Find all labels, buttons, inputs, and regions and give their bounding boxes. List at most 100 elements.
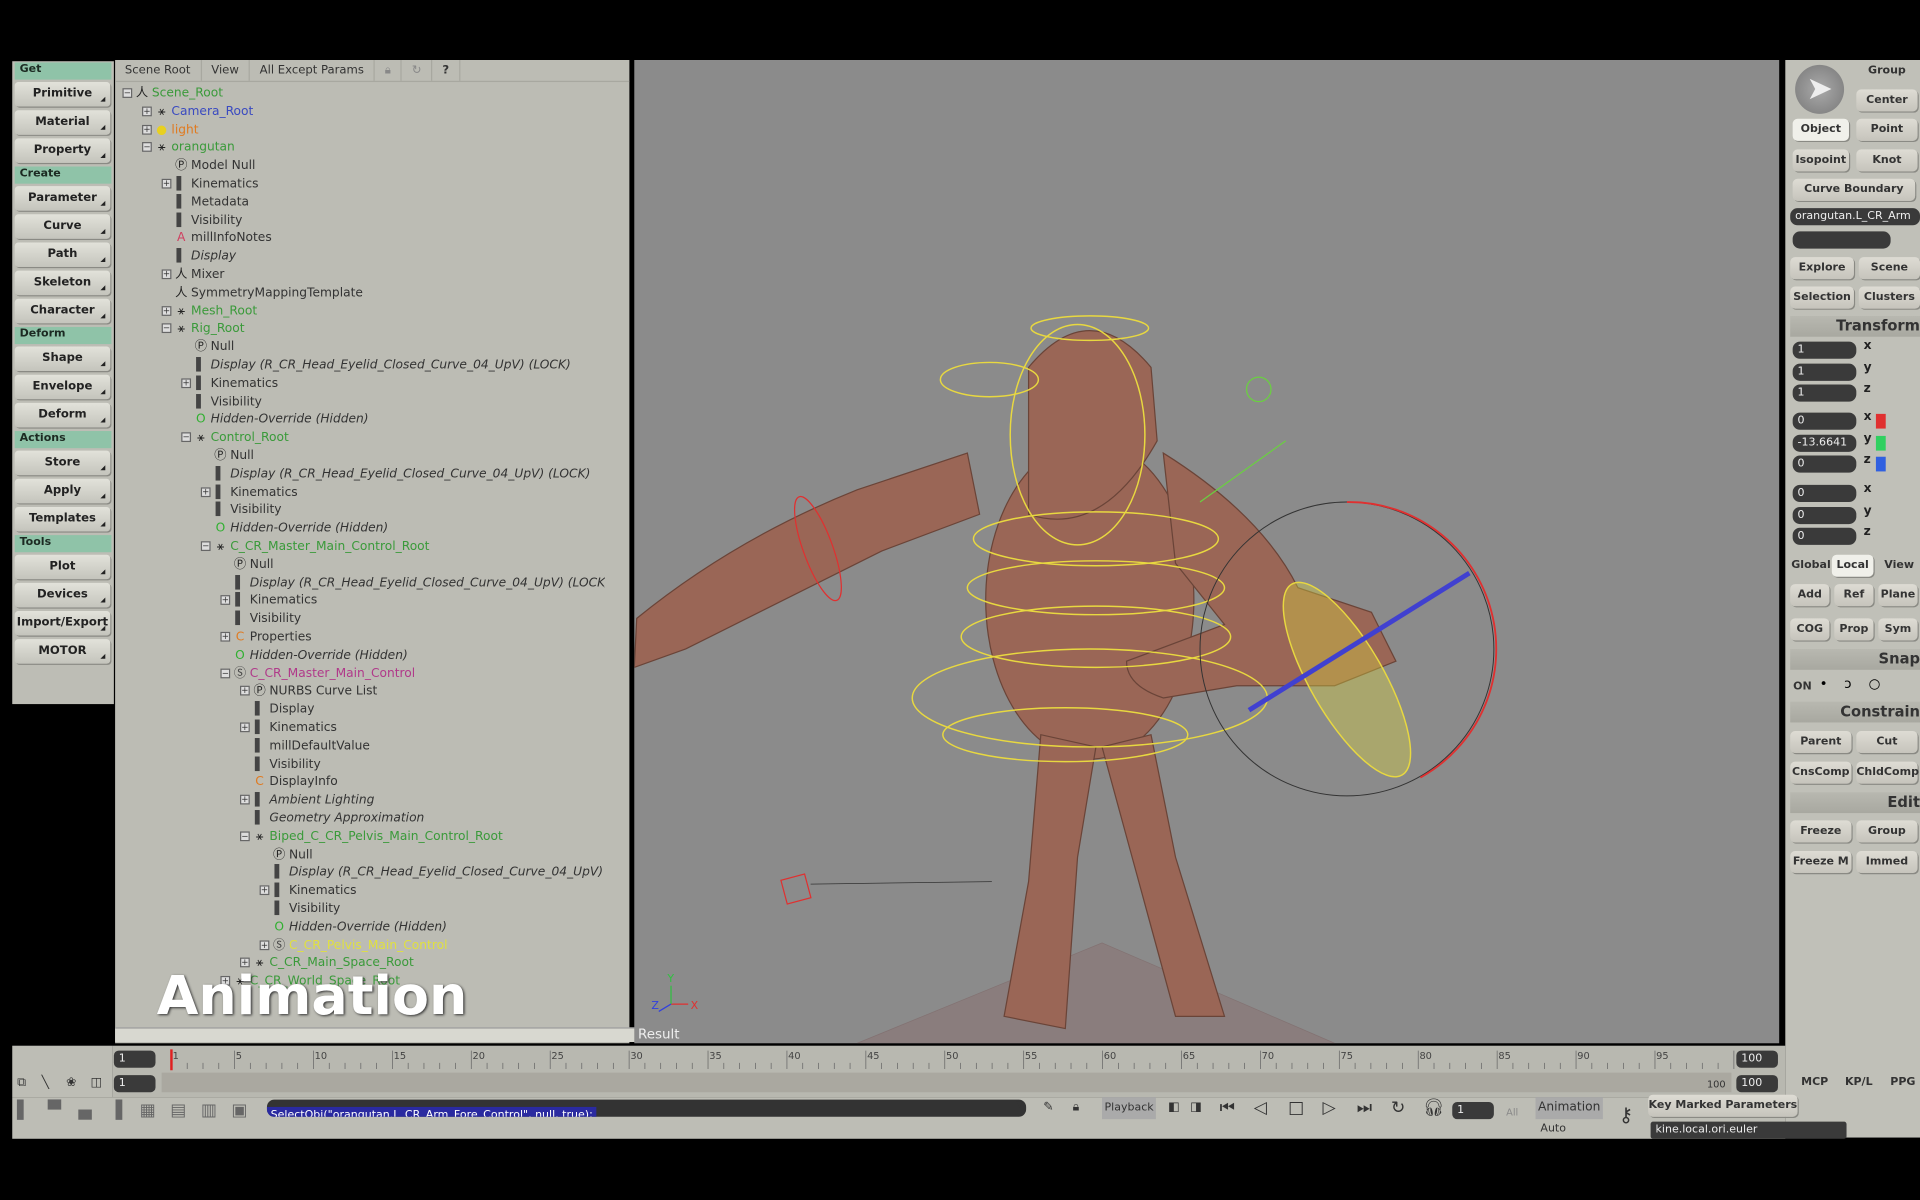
translation-z-field[interactable]: 0 xyxy=(1792,527,1857,545)
expand-toggle[interactable]: − xyxy=(142,142,152,153)
layout-icon[interactable]: ▦ xyxy=(140,1100,156,1122)
tree-item[interactable]: − ⚹ Rig_Root xyxy=(161,320,245,338)
tree-item[interactable]: + ▌ Kinematics xyxy=(200,483,298,501)
freeze-button[interactable]: Freeze xyxy=(1790,820,1852,843)
stop-icon[interactable]: □ xyxy=(1288,1097,1304,1119)
tree-item[interactable]: ▌ Display (R_CR_Head_Eyelid_Closed_Curve_… xyxy=(181,356,571,374)
animation-menu[interactable]: Animation xyxy=(1535,1097,1603,1120)
expand-toggle[interactable]: + xyxy=(240,686,250,696)
tree-item[interactable]: + ▌ Kinematics xyxy=(259,882,356,900)
menu-button-parameter[interactable]: Parameter xyxy=(14,186,111,211)
tree-item[interactable]: ▌ millDefaultValue xyxy=(240,737,370,755)
expand-toggle[interactable]: + xyxy=(220,595,231,606)
scale-z-field[interactable]: 1 xyxy=(1792,384,1857,402)
freeze-m-button[interactable]: Freeze M xyxy=(1790,851,1852,874)
menu-button-character[interactable]: Character xyxy=(14,298,111,324)
expand-toggle[interactable]: + xyxy=(161,269,172,280)
scale-axis-label[interactable]: x xyxy=(1864,339,1872,352)
menu-button-templates[interactable]: Templates xyxy=(14,506,111,532)
end-frame-field[interactable]: 100 xyxy=(1736,1050,1778,1068)
tree-item[interactable]: Ⓟ Model Null xyxy=(162,157,255,175)
edit-header[interactable]: Edit xyxy=(1790,792,1920,814)
clusters-button[interactable]: Clusters xyxy=(1858,286,1920,309)
snap-point-icon[interactable]: • xyxy=(1820,676,1828,692)
tree-item[interactable]: Ⓟ Null xyxy=(181,338,235,356)
view-menu[interactable]: View xyxy=(201,60,250,81)
tree-item[interactable]: O Hidden-Override (Hidden) xyxy=(201,519,389,537)
tab-kpl[interactable]: KP/L xyxy=(1839,1071,1878,1093)
center-button[interactable]: Center xyxy=(1856,89,1918,112)
layout-icon[interactable]: ▤ xyxy=(170,1100,186,1122)
menu-button-shape[interactable]: Shape xyxy=(14,346,111,372)
horizontal-scrollbar[interactable] xyxy=(115,1027,723,1043)
menu-button-import-export[interactable]: Import/Export xyxy=(14,611,111,636)
tab-ppg[interactable]: PPG xyxy=(1883,1071,1920,1093)
tree-item[interactable]: − 人 Scene_Root xyxy=(122,84,223,102)
menu-button-envelope[interactable]: Envelope xyxy=(14,374,111,400)
isopoint-button[interactable]: Isopoint xyxy=(1792,149,1849,172)
rotation-axis-label[interactable]: z xyxy=(1864,453,1871,466)
select-arrow-icon[interactable]: ➤ xyxy=(1795,64,1845,114)
lock-icon[interactable]: 🔒︎ xyxy=(375,60,402,81)
tree-item[interactable]: + Ⓢ C_CR_Pelvis_Main_Control xyxy=(259,936,447,954)
tree-item[interactable]: ▌ Visibility xyxy=(201,501,282,519)
menu-button-skeleton[interactable]: Skeleton xyxy=(14,270,111,296)
range-end-field[interactable]: 100 xyxy=(1736,1075,1778,1093)
next-key-icon[interactable]: ◨ xyxy=(1190,1097,1202,1119)
tree-item[interactable]: − ⚹ Control_Root xyxy=(181,429,289,447)
tree-item[interactable]: + ⚹ Mesh_Root xyxy=(161,302,257,320)
scale-y-field[interactable]: 1 xyxy=(1792,363,1857,381)
help-button[interactable]: ? xyxy=(433,60,461,81)
tree-item[interactable]: 人 SymmetryMappingTemplate xyxy=(162,284,363,302)
menu-button-motor[interactable]: MOTOR xyxy=(14,639,111,664)
layout-icon[interactable]: ▐ xyxy=(109,1100,122,1122)
scene-root-menu[interactable]: Scene Root xyxy=(115,60,202,81)
expand-toggle[interactable]: + xyxy=(259,939,270,950)
menu-button-primitive[interactable]: Primitive xyxy=(14,82,111,107)
step-back-icon[interactable]: ◁ xyxy=(1254,1097,1267,1119)
point-button[interactable]: Point xyxy=(1856,118,1918,141)
current-frame-field[interactable]: 1 xyxy=(1452,1102,1494,1120)
auto-key-button[interactable]: Auto xyxy=(1540,1118,1566,1140)
timeline-ruler[interactable]: 1 5 10 15 20 25 30 35 40 45 50 55 60 65 70 75 80 85 90 95 xyxy=(113,1046,1786,1097)
global-mode-button[interactable]: Global xyxy=(1790,555,1832,577)
translation-y-field[interactable]: 0 xyxy=(1792,506,1857,524)
expand-toggle[interactable]: − xyxy=(200,541,211,552)
plane-button[interactable]: Plane xyxy=(1878,584,1918,607)
rotation-axis-label[interactable]: x xyxy=(1864,410,1872,423)
cnscomp-button[interactable]: CnsComp xyxy=(1790,761,1852,784)
tree-item[interactable]: + ⚹ Camera_Root xyxy=(142,103,253,121)
layout-icon[interactable]: ▄ xyxy=(78,1100,91,1122)
scale-x-field[interactable]: 1 xyxy=(1792,341,1857,359)
snap-header[interactable]: Snap xyxy=(1790,648,1920,670)
knot-button[interactable]: Knot xyxy=(1856,149,1918,172)
key-marked-parameters-button[interactable]: Key Marked Parameters xyxy=(1648,1094,1798,1117)
split-icon[interactable]: ◫ xyxy=(91,1073,103,1095)
command-history-dropdown[interactable]: ▾ xyxy=(1016,1095,1022,1117)
all-button[interactable]: All xyxy=(1506,1102,1518,1124)
palette-icon[interactable]: ❀ xyxy=(66,1073,76,1095)
tree-item[interactable]: C DisplayInfo xyxy=(240,773,337,791)
menu-button-apply[interactable]: Apply xyxy=(14,478,111,504)
tree-item[interactable]: ▌ Display (R_CR_Head_Eyelid_Closed_Curve_… xyxy=(260,864,604,882)
tree-item[interactable]: ▌ Display xyxy=(162,248,236,266)
first-frame-icon[interactable]: ⏮ xyxy=(1220,1097,1235,1119)
group-button[interactable]: Group xyxy=(1856,820,1918,843)
snap-curve-icon[interactable]: ↄ xyxy=(1844,676,1851,692)
snap-on-button[interactable]: ON xyxy=(1790,676,1814,698)
tree-item[interactable]: Ⓟ Null xyxy=(260,846,313,864)
expand-toggle[interactable]: + xyxy=(161,178,172,189)
tree-item[interactable]: + C Properties xyxy=(220,628,312,646)
menu-button-path[interactable]: Path xyxy=(14,242,111,267)
tree-item[interactable]: + ● light xyxy=(142,121,199,139)
lock-icon[interactable]: 🔒︎ xyxy=(1073,1097,1080,1119)
layout-icon[interactable]: ▀ xyxy=(48,1100,61,1122)
tree-item[interactable]: + ▌ Kinematics xyxy=(220,592,317,610)
tree-item[interactable]: + ▌ Kinematics xyxy=(181,374,278,392)
expand-toggle[interactable]: + xyxy=(142,106,152,117)
scale-axis-label[interactable]: y xyxy=(1864,361,1872,374)
tree-item[interactable]: ▌ Geometry Approximation xyxy=(240,809,424,827)
menu-button-plot[interactable]: Plot xyxy=(14,554,111,580)
cut-button[interactable]: Cut xyxy=(1856,731,1918,754)
expand-toggle[interactable]: + xyxy=(259,885,270,896)
